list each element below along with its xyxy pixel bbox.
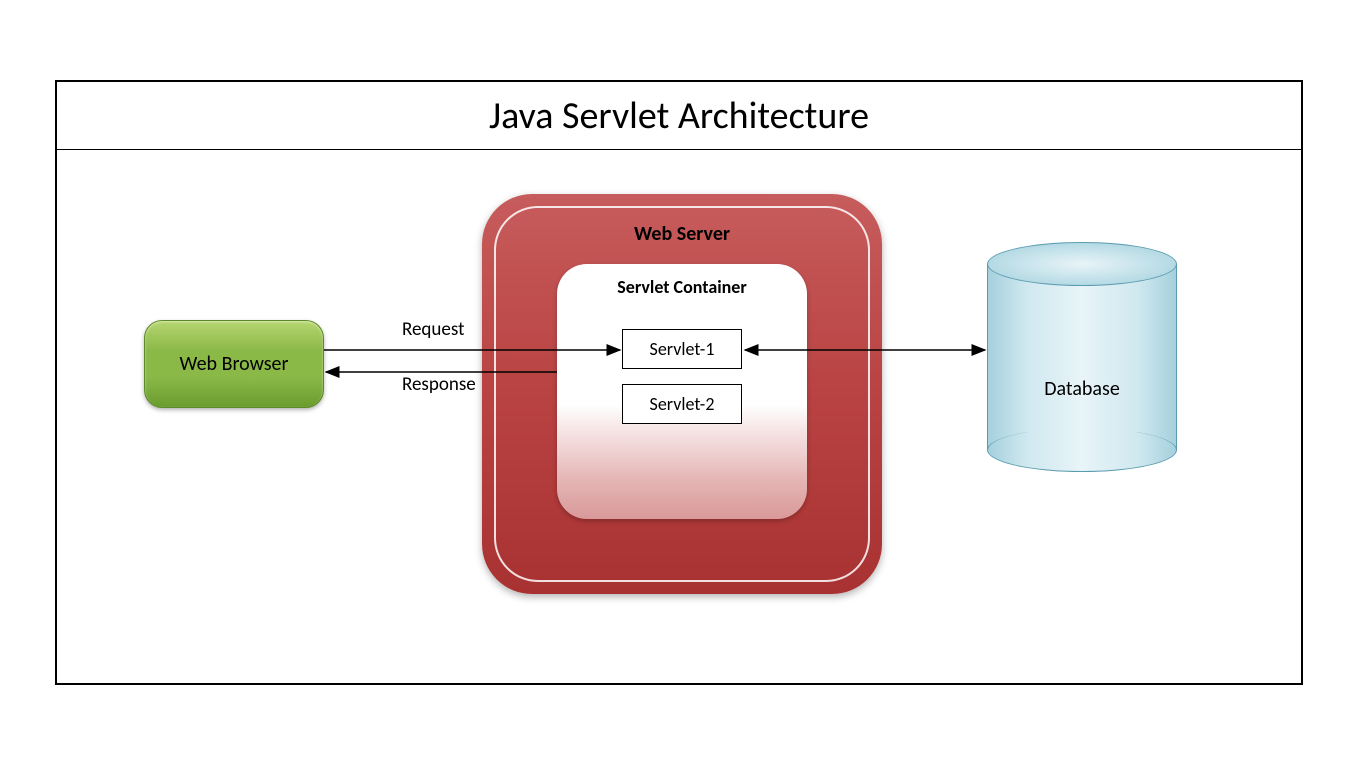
servlet-2-label: Servlet-2 [650,393,715,415]
servlet-2-node: Servlet-2 [622,384,742,424]
database-label: Database [987,377,1177,401]
servlet-container-node: Servlet Container Servlet-1 Servlet-2 [557,264,807,519]
servlet-container-label: Servlet Container [557,276,807,298]
servlet-1-node: Servlet-1 [622,329,742,369]
web-browser-label: Web Browser [180,352,289,376]
database-node: Database [987,242,1187,492]
web-server-label: Web Server [482,222,882,246]
web-browser-node: Web Browser [144,320,324,408]
request-arrow-label: Request [402,318,464,341]
database-cylinder-icon [987,242,1177,472]
diagram-area: Web Browser Web Server Servlet Container… [57,150,1301,683]
title-bar: Java Servlet Architecture [57,82,1301,150]
diagram-frame: Java Servlet Architecture Web Browser We… [55,80,1303,685]
response-arrow-label: Response [402,373,476,396]
diagram-title: Java Servlet Architecture [489,93,869,139]
servlet-1-label: Servlet-1 [650,338,715,360]
web-server-node: Web Server Servlet Container Servlet-1 S… [482,194,882,594]
